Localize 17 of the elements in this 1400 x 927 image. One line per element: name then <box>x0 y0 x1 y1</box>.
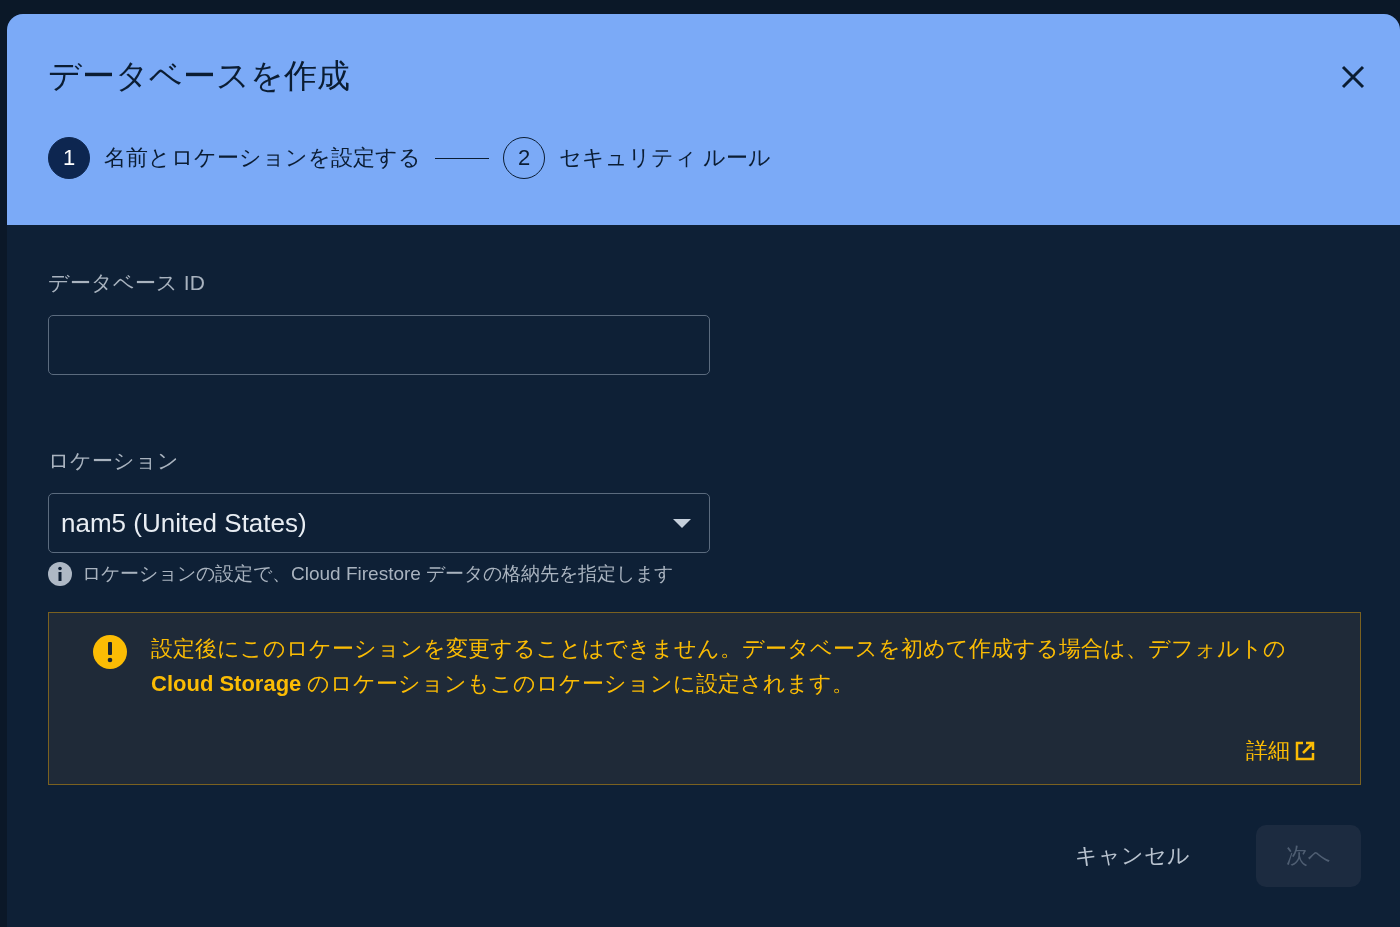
dropdown-caret-icon <box>673 518 691 528</box>
cancel-button[interactable]: キャンセル <box>1045 825 1220 887</box>
warning-text: 設定後にこのロケーションを変更することはできません。データベースを初めて作成する場合は、デフォルトの Cloud Storage のロケーションもこのロケーションに設定されます。 <box>151 635 1287 698</box>
external-link-icon <box>1294 740 1316 762</box>
warning-icon <box>93 635 127 669</box>
field-label: データベース ID <box>48 270 206 296</box>
hint-text: ロケーションの設定で、Cloud Firestore データの格納先を指定します <box>82 562 674 586</box>
field-label: ロケーション <box>48 448 180 474</box>
dialog-title: データベースを作成 <box>48 56 350 96</box>
step-label: セキュリティ ルール <box>559 144 772 172</box>
step-number: 1 <box>48 137 90 179</box>
close-icon[interactable] <box>1340 63 1366 90</box>
database-id-field[interactable] <box>48 315 710 375</box>
info-icon <box>48 562 72 586</box>
location-dropdown[interactable]: nam5 (United States) <box>48 493 710 553</box>
step-label: 名前とロケーションを設定する <box>104 144 421 172</box>
learn-more-link[interactable]: 詳細 <box>1246 736 1316 766</box>
